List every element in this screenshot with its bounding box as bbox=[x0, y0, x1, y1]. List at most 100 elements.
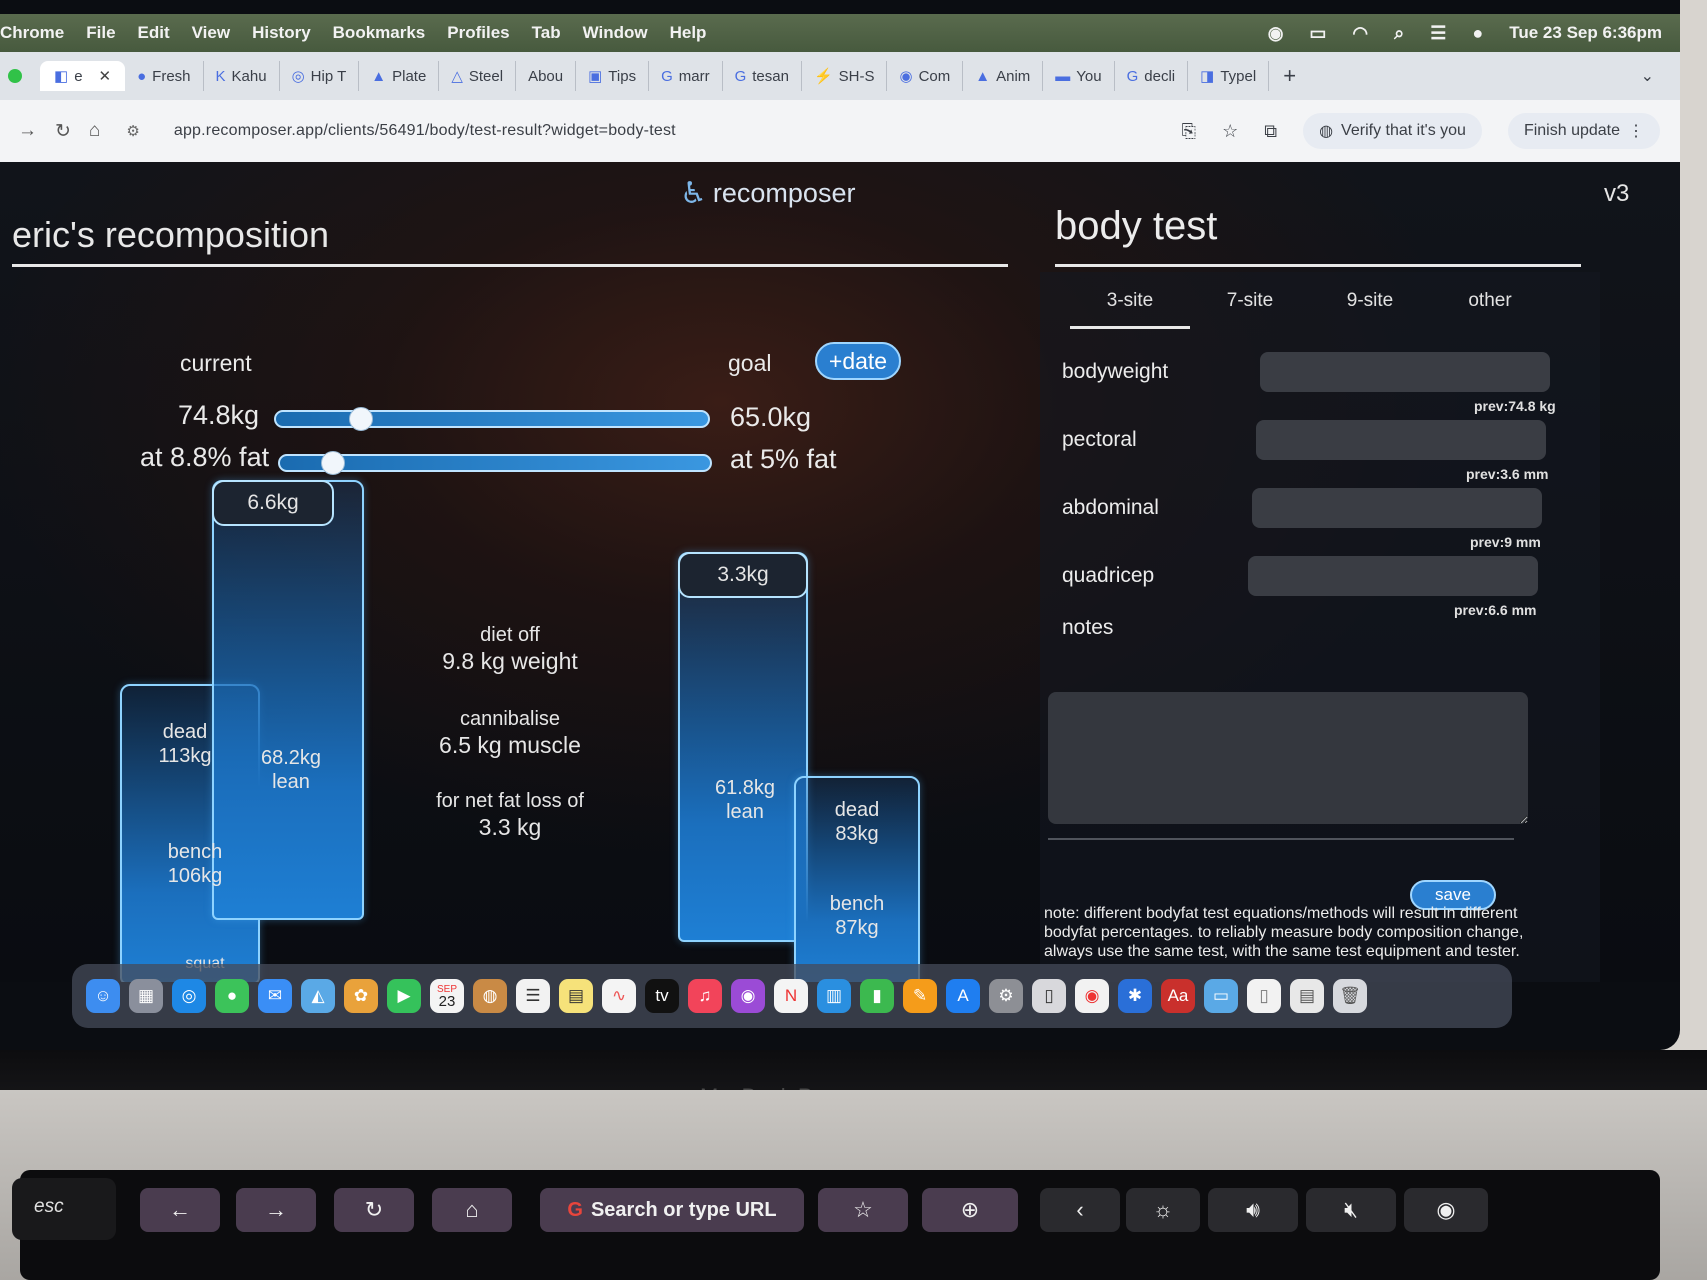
weight-slider[interactable] bbox=[274, 407, 710, 431]
menu-file[interactable]: File bbox=[86, 23, 115, 43]
document-icon[interactable]: ▯ bbox=[1247, 979, 1281, 1013]
wifi-icon[interactable]: ◠ bbox=[1352, 23, 1368, 44]
launchpad-icon[interactable]: ▦ bbox=[129, 979, 163, 1013]
tab-kahu[interactable]: K Kahu bbox=[204, 61, 280, 91]
pectoral-input[interactable] bbox=[1256, 420, 1546, 460]
new-tab-plus-icon[interactable]: + bbox=[1283, 63, 1296, 89]
tab-9-site[interactable]: 9-site bbox=[1310, 290, 1430, 329]
calendar-icon[interactable]: SEP 23 bbox=[430, 979, 464, 1013]
tab-recomposer[interactable]: ◧ e ✕ bbox=[40, 61, 126, 91]
verify-identity-button[interactable]: ◍ Verify that it's you bbox=[1303, 113, 1482, 149]
address-bar-url[interactable]: app.recomposer.app/clients/56491/body/te… bbox=[174, 122, 676, 140]
forward-arrow-icon[interactable]: → bbox=[18, 120, 37, 142]
tab-fresh[interactable]: ● Fresh bbox=[125, 61, 204, 91]
tab-about[interactable]: Abou bbox=[516, 61, 577, 91]
contacts-icon[interactable]: ◍ bbox=[473, 979, 507, 1013]
tab-3-site[interactable]: 3-site bbox=[1070, 290, 1190, 329]
finder-icon[interactable]: ☺ bbox=[86, 979, 120, 1013]
search-icon[interactable]: ⌕ bbox=[1394, 23, 1404, 44]
window-zoom-button[interactable] bbox=[8, 69, 22, 83]
system-settings-icon[interactable]: ⚙ bbox=[989, 979, 1023, 1013]
tab-type[interactable]: ◨ Typel bbox=[1188, 61, 1270, 91]
iphone-mirroring-icon[interactable]: ▯ bbox=[1032, 979, 1066, 1013]
dictionary-icon[interactable]: Aa bbox=[1161, 979, 1195, 1013]
touchbar-back-icon[interactable]: ← bbox=[140, 1188, 220, 1232]
applications-folder-icon[interactable]: ▭ bbox=[1204, 979, 1238, 1013]
menu-chrome[interactable]: Chrome bbox=[0, 23, 64, 43]
reminders-icon[interactable]: ☰ bbox=[516, 979, 550, 1013]
tab-search-chevron-icon[interactable]: ⌄ bbox=[1641, 66, 1654, 86]
finish-update-button[interactable]: Finish update ⋮ bbox=[1507, 113, 1660, 149]
install-app-icon[interactable]: ⎘ bbox=[1182, 121, 1196, 142]
abdominal-input[interactable] bbox=[1252, 488, 1542, 528]
extensions-puzzle-icon[interactable]: ⧉ bbox=[1264, 121, 1277, 142]
add-date-button[interactable]: +date bbox=[815, 342, 901, 380]
quadricep-input[interactable] bbox=[1248, 556, 1538, 596]
control-center-icon[interactable]: ☰ bbox=[1430, 23, 1446, 44]
touchbar-new-tab-icon[interactable]: ⊕ bbox=[922, 1188, 1018, 1232]
pages-icon[interactable]: ✎ bbox=[903, 979, 937, 1013]
tab-steel[interactable]: △ Steel bbox=[439, 61, 517, 91]
touchbar-siri-icon[interactable]: ◉ bbox=[1404, 1188, 1488, 1232]
app-store-icon[interactable]: A bbox=[946, 979, 980, 1013]
home-icon[interactable]: ⌂ bbox=[89, 120, 100, 142]
touchbar-home-icon[interactable]: ⌂ bbox=[432, 1188, 512, 1232]
esc-key[interactable]: esc bbox=[12, 1178, 116, 1240]
tab-tips[interactable]: ▣ Tips bbox=[576, 61, 650, 91]
bodyweight-input[interactable] bbox=[1260, 352, 1550, 392]
menu-help[interactable]: Help bbox=[670, 23, 707, 43]
touchbar-volume-icon[interactable]: 🔊︎ bbox=[1208, 1188, 1298, 1232]
tab-com[interactable]: ◉ Com bbox=[887, 61, 964, 91]
facetime-icon[interactable]: ▶ bbox=[387, 979, 421, 1013]
music-icon[interactable]: ♫ bbox=[688, 979, 722, 1013]
trash-icon[interactable]: 🗑︎ bbox=[1333, 979, 1367, 1013]
podcasts-icon[interactable]: ◉ bbox=[731, 979, 765, 1013]
menu-profiles[interactable]: Profiles bbox=[447, 23, 509, 43]
menu-tab[interactable]: Tab bbox=[532, 23, 561, 43]
tab-tesan[interactable]: Gtesan bbox=[723, 61, 802, 91]
bluetooth-icon[interactable]: ✱ bbox=[1118, 979, 1152, 1013]
mail-icon[interactable]: ✉ bbox=[258, 979, 292, 1013]
weight-slider-thumb[interactable] bbox=[349, 407, 373, 431]
touchbar-expand-icon[interactable]: ‹ bbox=[1040, 1188, 1120, 1232]
photos-icon[interactable]: ✿ bbox=[344, 979, 378, 1013]
tab-plate[interactable]: ▲ Plate bbox=[359, 61, 440, 91]
touchbar-forward-icon[interactable]: → bbox=[236, 1188, 316, 1232]
touchbar-mute-icon[interactable]: 🔇︎ bbox=[1306, 1188, 1396, 1232]
menu-bookmarks[interactable]: Bookmarks bbox=[333, 23, 426, 43]
freeform-icon[interactable]: ∿ bbox=[602, 979, 636, 1013]
touchbar-bookmark-icon[interactable]: ☆ bbox=[818, 1188, 908, 1232]
touchbar-reload-icon[interactable]: ↻ bbox=[334, 1188, 414, 1232]
fat-slider[interactable] bbox=[278, 451, 712, 475]
brand-logo[interactable]: ♿︎ recomposer bbox=[680, 176, 855, 211]
safari-icon[interactable]: ◎ bbox=[172, 979, 206, 1013]
user-icon[interactable]: ◉ bbox=[1268, 23, 1284, 44]
touchbar-brightness-icon[interactable]: ☼ bbox=[1126, 1188, 1200, 1232]
apple-tv-icon[interactable]: tv bbox=[645, 979, 679, 1013]
fat-slider-thumb[interactable] bbox=[321, 451, 345, 475]
keynote-icon[interactable]: ▥ bbox=[817, 979, 851, 1013]
tab-other[interactable]: other bbox=[1430, 290, 1550, 329]
menubar-datetime[interactable]: Tue 23 Sep 6:36pm bbox=[1509, 23, 1662, 43]
menu-view[interactable]: View bbox=[192, 23, 230, 43]
messages-icon[interactable]: ● bbox=[215, 979, 249, 1013]
close-icon[interactable]: ✕ bbox=[99, 67, 112, 85]
siri-icon[interactable]: ● bbox=[1472, 23, 1483, 44]
tab-shs[interactable]: ⚡ SH-S bbox=[802, 61, 888, 91]
site-settings-icon[interactable]: ⚙ bbox=[126, 122, 139, 140]
notes-icon[interactable]: ▤ bbox=[559, 979, 593, 1013]
menu-edit[interactable]: Edit bbox=[138, 23, 170, 43]
menu-window[interactable]: Window bbox=[583, 23, 648, 43]
menu-history[interactable]: History bbox=[252, 23, 311, 43]
chrome-icon[interactable]: ◉ bbox=[1075, 979, 1109, 1013]
tab-marr[interactable]: Gmarr bbox=[649, 61, 723, 91]
news-icon[interactable]: N bbox=[774, 979, 808, 1013]
touchbar-search-button[interactable]: G Search or type URL bbox=[540, 1188, 804, 1232]
tab-anim[interactable]: ▲ Anim bbox=[963, 61, 1044, 91]
notes-textarea[interactable] bbox=[1048, 692, 1528, 824]
tab-hip[interactable]: ◎ Hip T bbox=[280, 61, 360, 91]
bookmark-star-icon[interactable]: ☆ bbox=[1222, 121, 1238, 142]
numbers-icon[interactable]: ▮ bbox=[860, 979, 894, 1013]
tab-7-site[interactable]: 7-site bbox=[1190, 290, 1310, 329]
reload-icon[interactable]: ↻ bbox=[55, 120, 71, 143]
